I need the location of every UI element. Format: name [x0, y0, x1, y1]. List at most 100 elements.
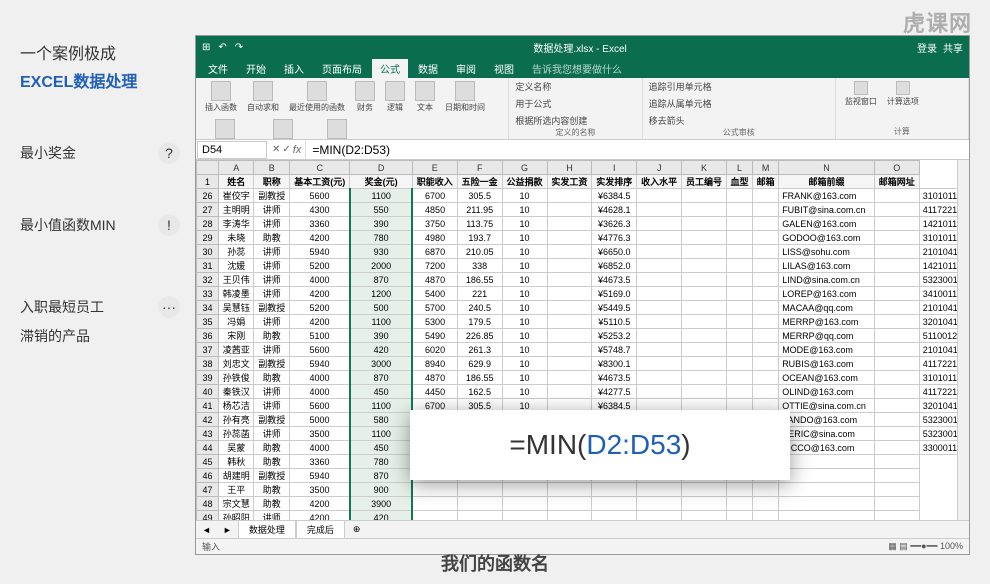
calc-options-button[interactable]: 计算选项 — [884, 80, 922, 108]
cell[interactable] — [457, 511, 502, 521]
cell[interactable]: ¥6650.0 — [592, 245, 637, 259]
cell[interactable]: 讲师 — [254, 399, 289, 413]
cell[interactable] — [682, 189, 727, 203]
cell[interactable]: 1100 — [350, 399, 412, 413]
column-header[interactable]: F — [457, 161, 502, 175]
cell[interactable]: ¥5253.2 — [592, 329, 637, 343]
cell[interactable] — [547, 273, 592, 287]
cell[interactable] — [727, 483, 753, 497]
tell-me[interactable]: 告诉我您想要做什么 — [524, 59, 630, 78]
cell[interactable]: GALEN@163.com — [779, 217, 875, 231]
login-button[interactable]: 登录 — [917, 40, 937, 55]
cell[interactable]: 4200 — [289, 287, 350, 301]
cell[interactable]: 550 — [350, 203, 412, 217]
cell[interactable]: 2000 — [350, 259, 412, 273]
cell[interactable]: 4870 — [412, 273, 457, 287]
header-cell[interactable]: 基本工资(元) — [289, 175, 350, 189]
cell[interactable] — [727, 497, 753, 511]
cell[interactable] — [779, 511, 875, 521]
header-cell[interactable]: 实发工资 — [547, 175, 592, 189]
cell[interactable]: 193.7 — [457, 231, 502, 245]
column-header[interactable]: B — [254, 161, 289, 175]
cell[interactable] — [547, 385, 592, 399]
cell[interactable]: 5940 — [289, 357, 350, 371]
cell[interactable]: 讲师 — [254, 385, 289, 399]
tab-home[interactable]: 开始 — [238, 59, 274, 78]
cell[interactable] — [637, 371, 682, 385]
cell[interactable]: 6700 — [412, 189, 457, 203]
cell[interactable]: OCEAN@163.com — [779, 371, 875, 385]
column-header[interactable]: N — [779, 161, 875, 175]
cell[interactable]: 王贝伟 — [219, 273, 254, 287]
cell[interactable]: 5940 — [289, 469, 350, 483]
cell[interactable] — [682, 483, 727, 497]
cell[interactable]: 450 — [350, 441, 412, 455]
cell[interactable]: 讲师 — [254, 273, 289, 287]
row-header[interactable]: 33 — [197, 287, 219, 301]
column-header[interactable]: I — [592, 161, 637, 175]
sheet-tab-0[interactable]: 数据处理 — [238, 520, 296, 540]
cell[interactable] — [753, 385, 779, 399]
cell[interactable] — [637, 203, 682, 217]
cell[interactable] — [874, 203, 919, 217]
header-cell[interactable]: 职能收入 — [412, 175, 457, 189]
row-header[interactable]: 35 — [197, 315, 219, 329]
cell[interactable]: PANDO@163.com — [779, 413, 875, 427]
cell[interactable]: 4000 — [289, 371, 350, 385]
cell[interactable] — [682, 259, 727, 273]
cell[interactable]: 10 — [502, 371, 547, 385]
cell[interactable] — [502, 511, 547, 521]
cell[interactable]: 刘忠文 — [219, 357, 254, 371]
cell[interactable] — [727, 217, 753, 231]
header-cell[interactable]: 邮箱网址 — [874, 175, 919, 189]
cell[interactable]: 10 — [502, 343, 547, 357]
row-header[interactable]: 47 — [197, 483, 219, 497]
row-header[interactable]: 31 — [197, 259, 219, 273]
cell[interactable]: ¥5748.7 — [592, 343, 637, 357]
cell[interactable] — [547, 511, 592, 521]
cell[interactable]: 5300 — [412, 315, 457, 329]
cell[interactable] — [753, 217, 779, 231]
cell[interactable]: 讲师 — [254, 217, 289, 231]
cell[interactable] — [753, 189, 779, 203]
cell[interactable]: 讲师 — [254, 343, 289, 357]
tab-nav-prev[interactable]: ◄ — [196, 525, 217, 535]
cell[interactable]: 179.5 — [457, 315, 502, 329]
financial-button[interactable]: 财务 — [352, 80, 378, 114]
cell[interactable]: 副教授 — [254, 301, 289, 315]
redo-icon[interactable]: ↷ — [235, 42, 243, 53]
cell[interactable]: 助教 — [254, 231, 289, 245]
cell[interactable]: 186.55 — [457, 273, 502, 287]
cell[interactable]: 338 — [457, 259, 502, 273]
cell[interactable] — [682, 511, 727, 521]
cancel-icon[interactable]: ✕ — [272, 144, 280, 156]
cell[interactable]: ¥4673.5 — [592, 273, 637, 287]
cell[interactable]: LISS@sohu.com — [779, 245, 875, 259]
cell[interactable] — [637, 231, 682, 245]
cell[interactable]: 10 — [502, 189, 547, 203]
cell[interactable] — [637, 511, 682, 521]
cell[interactable] — [753, 203, 779, 217]
cell[interactable] — [727, 287, 753, 301]
cell[interactable] — [502, 483, 547, 497]
cell[interactable] — [727, 259, 753, 273]
row-header[interactable]: 46 — [197, 469, 219, 483]
cell[interactable]: 冯娟 — [219, 315, 254, 329]
cell[interactable]: 1200 — [350, 287, 412, 301]
cell[interactable]: 10 — [502, 385, 547, 399]
cell[interactable] — [779, 469, 875, 483]
cell[interactable] — [547, 189, 592, 203]
cell[interactable]: LIND@sina.com.cn — [779, 273, 875, 287]
cell[interactable]: 韩凌墨 — [219, 287, 254, 301]
cell[interactable] — [682, 301, 727, 315]
cell[interactable]: 4300 — [289, 203, 350, 217]
cell[interactable]: 900 — [350, 483, 412, 497]
cell[interactable] — [753, 315, 779, 329]
row-header[interactable]: 36 — [197, 329, 219, 343]
cell[interactable] — [547, 231, 592, 245]
cell[interactable]: OTTIE@sina.com.cn — [779, 399, 875, 413]
cell[interactable]: 4200 — [289, 511, 350, 521]
cell[interactable]: 8940 — [412, 357, 457, 371]
cell[interactable]: 助教 — [254, 371, 289, 385]
cell[interactable] — [874, 315, 919, 329]
